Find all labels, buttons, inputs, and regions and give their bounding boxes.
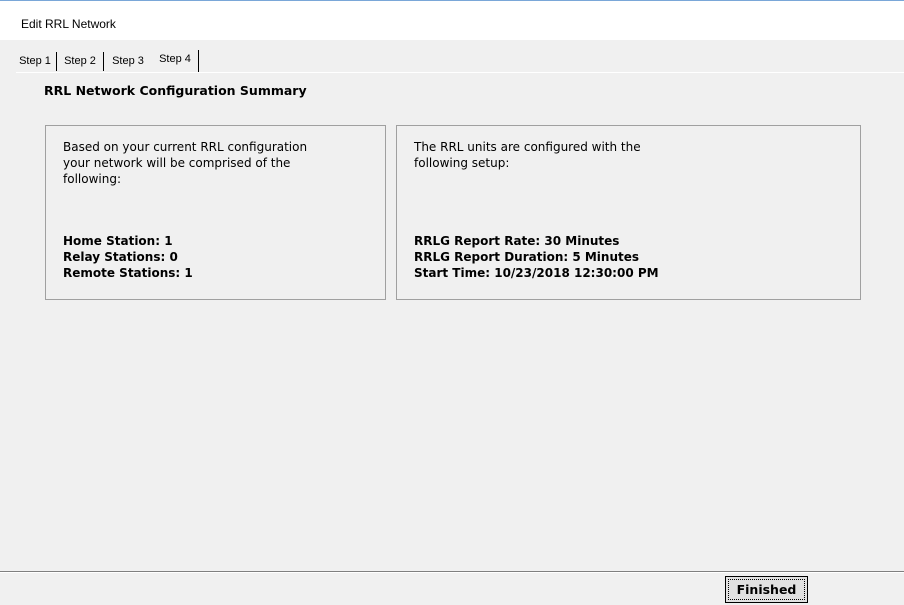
title-bar: Edit RRL Network — [0, 0, 904, 40]
window-title: Edit RRL Network — [21, 17, 116, 31]
tab-step-2[interactable]: Step 2 — [57, 52, 104, 71]
start-time: Start Time: 10/23/2018 12:30:00 PM — [414, 266, 659, 280]
unit-settings: RRLG Report Rate: 30 Minutes RRLG Report… — [414, 233, 659, 281]
units-intro-text: The RRL units are configured with the fo… — [414, 140, 641, 170]
home-station-count: Home Station: 1 — [63, 234, 173, 248]
remote-station-count: Remote Stations: 1 — [63, 266, 193, 280]
report-rate: RRLG Report Rate: 30 Minutes — [414, 234, 620, 248]
footer-divider-highlight — [0, 572, 904, 573]
network-composition-box: Based on your current RRL configuration … — [45, 125, 386, 300]
summary-heading: RRL Network Configuration Summary — [44, 83, 307, 98]
edit-rrl-network-window: Edit RRL Network Step 1 Step 2 Step 3 St… — [0, 0, 904, 605]
finished-button[interactable]: Finished — [725, 576, 808, 603]
tab-step-4[interactable]: Step 4 — [152, 50, 199, 73]
unit-setup-box: The RRL units are configured with the fo… — [396, 125, 861, 300]
finished-button-label: Finished — [728, 579, 805, 600]
report-duration: RRLG Report Duration: 5 Minutes — [414, 250, 640, 264]
network-intro-text: Based on your current RRL configuration … — [63, 140, 308, 186]
relay-station-count: Relay Stations: 0 — [63, 250, 178, 264]
tab-step-3[interactable]: Step 3 — [104, 52, 152, 71]
tab-step-1[interactable]: Step 1 — [14, 52, 57, 71]
network-stats: Home Station: 1 Relay Stations: 0 Remote… — [63, 233, 193, 281]
step-4-panel: RRL Network Configuration Summary Based … — [16, 72, 904, 572]
